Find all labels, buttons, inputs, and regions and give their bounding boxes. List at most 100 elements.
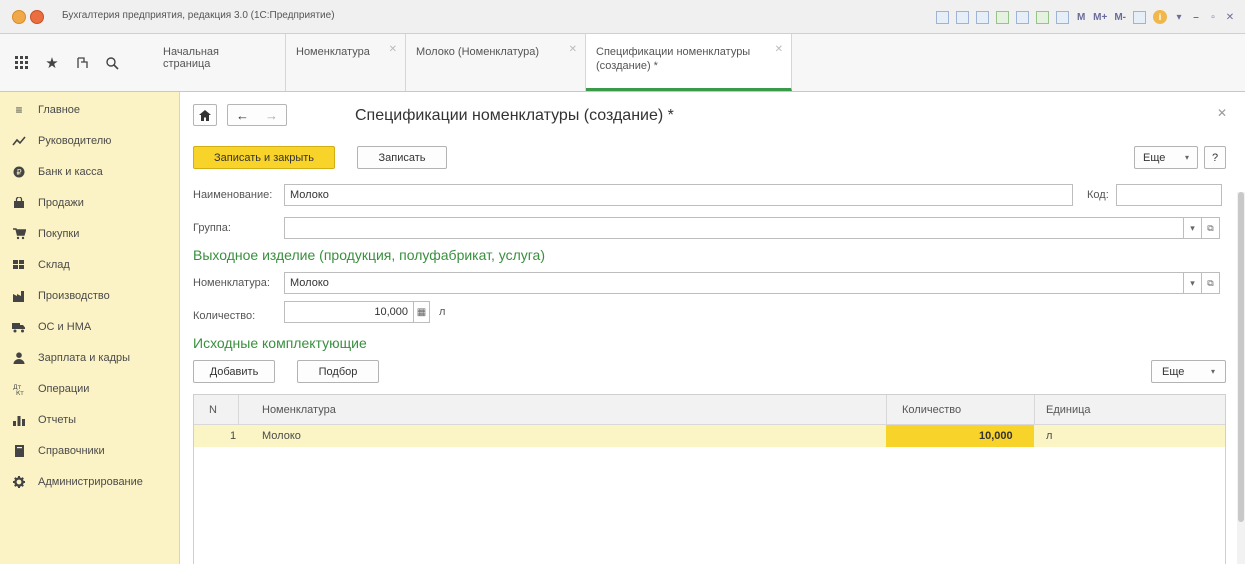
tab-nomenclature[interactable]: Номенклатура ✕ bbox=[286, 34, 406, 91]
tab-home[interactable]: Начальная страница bbox=[153, 34, 286, 91]
tab-milk-nomenclature[interactable]: Молоко (Номенклатура) ✕ bbox=[406, 34, 586, 91]
sidebar-item-label: Главное bbox=[38, 104, 81, 116]
sidebar-item-label: Склад bbox=[38, 259, 70, 271]
tab-specification-create[interactable]: Спецификации номенклатуры (создание) * ✕ bbox=[586, 34, 792, 91]
close-form-icon[interactable]: ✕ bbox=[1217, 106, 1227, 120]
info-dropdown-icon[interactable]: ▾ bbox=[1172, 8, 1186, 26]
sidebar-item-main[interactable]: ≡ Главное bbox=[0, 98, 180, 122]
row-quantity[interactable]: 10,000 bbox=[979, 430, 1013, 442]
sidebar-item-fixed-assets[interactable]: ОС и НМА bbox=[0, 315, 180, 339]
code-field[interactable] bbox=[1116, 184, 1222, 206]
save-button[interactable]: Записать bbox=[357, 146, 447, 169]
sidebar-item-operations[interactable]: Дт Кт Операции bbox=[0, 377, 180, 401]
chart-line-icon bbox=[12, 134, 26, 148]
sidebar-item-label: Производство bbox=[38, 290, 110, 302]
column-header-unit[interactable]: Единица bbox=[1046, 404, 1091, 416]
sidebar-item-label: Справочники bbox=[38, 445, 105, 457]
form-scrollbar[interactable] bbox=[1237, 192, 1245, 564]
window-title-bar: Бухгалтерия предприятия, редакция 3.0 (1… bbox=[0, 0, 1245, 34]
tab-strip: ★ Начальная страница Номенклатура ✕ Моло… bbox=[0, 34, 1245, 92]
sidebar-item-label: Зарплата и кадры bbox=[38, 352, 131, 364]
page-title: Спецификации номенклатуры (создание) * bbox=[355, 107, 674, 124]
window-toolbar: M M+ M- i ▾ – ▫ ✕ bbox=[934, 6, 1237, 28]
close-window-icon[interactable]: ✕ bbox=[1223, 8, 1237, 26]
history-icon[interactable] bbox=[74, 55, 90, 71]
memory-add-button[interactable]: M+ bbox=[1091, 8, 1109, 26]
column-header-nomenclature[interactable]: Номенклатура bbox=[262, 404, 336, 416]
apps-grid-icon[interactable] bbox=[14, 55, 30, 71]
add-row-button[interactable]: Добавить bbox=[193, 360, 275, 383]
group-open-icon[interactable]: ⧉ bbox=[1202, 217, 1220, 239]
window-layout-icon[interactable] bbox=[1131, 8, 1148, 26]
menu-icon: ≡ bbox=[15, 103, 23, 117]
row-number: 1 bbox=[230, 430, 237, 442]
favorites-icon[interactable] bbox=[994, 8, 1011, 26]
cart-icon bbox=[12, 227, 26, 241]
sidebar-item-label: Покупки bbox=[38, 228, 80, 240]
calculator-icon[interactable] bbox=[1054, 8, 1071, 26]
table-header: N Номенклатура Количество Единица bbox=[194, 395, 1225, 425]
minimize-icon[interactable]: – bbox=[1189, 8, 1203, 26]
name-label: Наименование: bbox=[193, 189, 273, 201]
tab-label: Начальная страница bbox=[163, 46, 219, 70]
sidebar-item-label: Руководителю bbox=[38, 135, 112, 147]
unit-label: л bbox=[439, 306, 446, 318]
link-icon[interactable] bbox=[1014, 8, 1031, 26]
table-more-button[interactable]: Еще ▾ bbox=[1151, 360, 1226, 383]
star-icon[interactable]: ★ bbox=[44, 55, 60, 72]
nomenclature-field[interactable]: Молоко bbox=[284, 272, 1184, 294]
sidebar-item-directories[interactable]: Справочники bbox=[0, 439, 180, 463]
sidebar-item-label: Отчеты bbox=[38, 414, 77, 426]
sidebar-item-label: Администрирование bbox=[38, 476, 143, 488]
main-menu-icon[interactable] bbox=[30, 10, 44, 24]
save-and-close-button[interactable]: Записать и закрыть bbox=[193, 146, 335, 169]
group-dropdown-icon[interactable]: ▾ bbox=[1184, 217, 1202, 239]
person-icon bbox=[12, 351, 26, 365]
memory-subtract-button[interactable]: M- bbox=[1112, 8, 1128, 26]
home-button[interactable] bbox=[193, 104, 217, 126]
nomenclature-label: Номенклатура: bbox=[193, 277, 270, 289]
maximize-icon[interactable]: ▫ bbox=[1206, 8, 1220, 26]
forward-arrow-icon[interactable]: → bbox=[265, 108, 278, 123]
more-actions-button[interactable]: Еще ▾ bbox=[1134, 146, 1198, 169]
tab-label: Молоко (Номенклатура) bbox=[416, 46, 540, 58]
sidebar-item-reports[interactable]: Отчеты bbox=[0, 408, 180, 432]
tab-close-icon[interactable]: ✕ bbox=[389, 44, 397, 55]
sidebar-item-manager[interactable]: Руководителю bbox=[0, 129, 180, 153]
row-unit[interactable]: л bbox=[1046, 430, 1052, 442]
scrollbar-thumb[interactable] bbox=[1238, 192, 1244, 522]
calculator-icon[interactable]: ▦ bbox=[414, 301, 430, 323]
memory-m-button[interactable]: M bbox=[1074, 8, 1088, 26]
app-logo-icon[interactable] bbox=[12, 10, 26, 24]
preview-icon[interactable] bbox=[974, 8, 991, 26]
column-header-quantity[interactable]: Количество bbox=[902, 404, 961, 416]
copy-icon[interactable] bbox=[954, 8, 971, 26]
operations-icon: Дт Кт bbox=[12, 382, 26, 396]
back-arrow-icon[interactable]: ← bbox=[236, 108, 249, 123]
sidebar-item-purchases[interactable]: Покупки bbox=[0, 222, 180, 246]
pick-button[interactable]: Подбор bbox=[297, 360, 379, 383]
row-nomenclature[interactable]: Молоко bbox=[262, 430, 301, 442]
sidebar-item-bank[interactable]: ₽ Банк и касса bbox=[0, 160, 180, 184]
sidebar-item-production[interactable]: Производство bbox=[0, 284, 180, 308]
tab-close-icon[interactable]: ✕ bbox=[775, 44, 783, 55]
table-row[interactable]: 1 Молоко 10,000 л bbox=[194, 425, 1225, 447]
sidebar-item-administration[interactable]: Администрирование bbox=[0, 470, 180, 494]
sidebar-item-salary[interactable]: Зарплата и кадры bbox=[0, 346, 180, 370]
tab-close-icon[interactable]: ✕ bbox=[569, 44, 577, 55]
nomenclature-dropdown-icon[interactable]: ▾ bbox=[1184, 272, 1202, 294]
nomenclature-open-icon[interactable]: ⧉ bbox=[1202, 272, 1220, 294]
column-header-n[interactable]: N bbox=[209, 404, 217, 416]
search-icon[interactable] bbox=[104, 55, 120, 71]
group-field[interactable] bbox=[284, 217, 1184, 239]
sidebar-item-sales[interactable]: Продажи bbox=[0, 191, 180, 215]
navigation-buttons: ← → bbox=[227, 104, 287, 126]
quantity-field[interactable]: 10,000 bbox=[284, 301, 414, 323]
calendar-icon[interactable] bbox=[1034, 8, 1051, 26]
name-field[interactable]: Молоко bbox=[284, 184, 1073, 206]
sidebar-item-warehouse[interactable]: Склад bbox=[0, 253, 180, 277]
info-icon[interactable]: i bbox=[1151, 8, 1169, 26]
tab-label: Номенклатура bbox=[296, 46, 370, 58]
help-button[interactable]: ? bbox=[1204, 146, 1226, 169]
print-icon[interactable] bbox=[934, 8, 951, 26]
